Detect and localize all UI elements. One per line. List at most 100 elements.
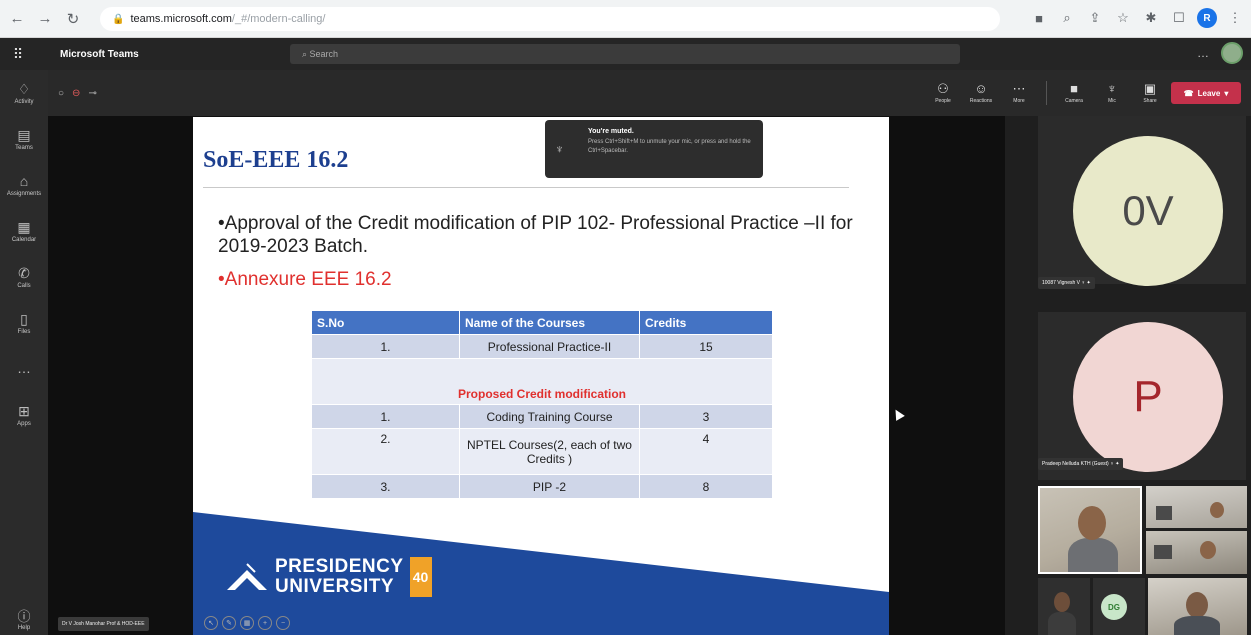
zoom-out-icon[interactable]: − xyxy=(276,616,290,630)
mic-off-icon: ♆ xyxy=(1081,280,1086,286)
phone-hangup-icon: ☎ xyxy=(1183,88,1194,98)
participant-name: 10087 Vignesh V ♆ ✦ xyxy=(1038,277,1095,289)
rail-item-teams[interactable]: ▤ Teams xyxy=(0,116,48,162)
app-launcher-icon[interactable]: ⠿ xyxy=(0,38,36,70)
reactions-button[interactable]: ☺ Reactions xyxy=(964,76,998,110)
more-options-icon[interactable]: … xyxy=(1197,46,1209,60)
bell-icon: ♢ xyxy=(17,81,31,97)
rail-item-files[interactable]: ▯ Files xyxy=(0,300,48,346)
presenter-name-tag: Dr V Josh Manohar Prof & HOD-EEE xyxy=(58,617,149,631)
header-course: Name of the Courses xyxy=(459,310,640,335)
left-rail: ♢ Activity ▤ Teams ⌂ Assignments ▦ Calendar … xyxy=(0,70,48,635)
rail-item-calls[interactable]: ✆ Calls xyxy=(0,254,48,300)
share-page-icon[interactable]: ⇪ xyxy=(1085,7,1105,29)
more-icon: … xyxy=(17,360,31,376)
user-avatar[interactable] xyxy=(1221,42,1243,64)
share-button[interactable]: ▣ Share xyxy=(1133,76,1167,110)
phone-icon: ✆ xyxy=(18,265,30,281)
table-row: 3. PIP -2 8 xyxy=(311,474,773,499)
browser-toolbar: ← → ↻ 🔒 teams.microsoft.com /_#/modern-c… xyxy=(0,0,1251,38)
presentation-slide: SoE-EEE 16.2 •Approval of the Credit mod… xyxy=(193,117,889,635)
logo-line-2: UNIVERSITY xyxy=(275,576,395,597)
share-icon: ▣ xyxy=(1143,81,1157,96)
toast-body: Press Ctrl+Shift+M to unmute your mic, o… xyxy=(588,139,751,154)
extensions-icon[interactable]: ✱ xyxy=(1141,7,1161,29)
university-logo: PRESIDENCY UNIVERSITY 40 xyxy=(225,557,432,597)
people-icon: ⚇ xyxy=(937,81,949,96)
camera-button[interactable]: ■ Camera xyxy=(1057,76,1091,110)
zoom-icon[interactable]: ⌕ xyxy=(1057,7,1077,29)
participant-name: Pradeep Nelluda KTH (Guest) ♆ ✦ xyxy=(1038,458,1124,470)
pen-tool-icon[interactable]: ✎ xyxy=(222,616,236,630)
people-button[interactable]: ⚇ People xyxy=(926,76,960,110)
reactions-icon: ☺ xyxy=(974,81,988,96)
lock-icon: 🔒 xyxy=(112,13,125,25)
search-icon: ⌕ xyxy=(302,48,310,59)
bookmark-star-icon[interactable]: ☆ xyxy=(1113,7,1133,29)
table-row: 1. Professional Practice-II 15 xyxy=(311,334,773,359)
file-icon: ▯ xyxy=(20,311,28,327)
grid-view-icon[interactable]: ▦ xyxy=(240,616,254,630)
participant-video[interactable] xyxy=(1146,531,1247,574)
rail-item-help[interactable]: ⓘ Help xyxy=(0,606,48,631)
table-header-row: S.No Name of the Courses Credits xyxy=(311,310,773,335)
profile-avatar[interactable]: R xyxy=(1197,8,1217,28)
url-path: /_#/modern-calling/ xyxy=(231,13,326,25)
tab-search-icon[interactable]: ☐ xyxy=(1169,7,1189,29)
calendar-icon: ▦ xyxy=(17,219,31,235)
address-bar[interactable]: 🔒 teams.microsoft.com /_#/modern-calling… xyxy=(100,7,1000,31)
reload-icon[interactable]: ↻ xyxy=(62,8,84,30)
participant-video[interactable] xyxy=(1148,578,1247,635)
mic-button[interactable]: ♆ Mic xyxy=(1095,76,1129,110)
more-actions-button[interactable]: ⋯ More xyxy=(1002,76,1036,110)
muted-notification: ♆ You're muted. Press Ctrl+Shift+M to un… xyxy=(545,120,763,178)
participant-video[interactable] xyxy=(1038,486,1142,574)
browser-menu-icon[interactable]: ⋮ xyxy=(1225,7,1245,29)
more-icon: ⋯ xyxy=(1012,81,1026,96)
zoom-in-icon[interactable]: + xyxy=(258,616,272,630)
participant-avatar: DG xyxy=(1101,594,1127,620)
rail-item-assignments[interactable]: ⌂ Assignments xyxy=(0,162,48,208)
toast-title: You're muted. xyxy=(588,128,634,135)
mic-icon: ♆ xyxy=(1107,81,1117,96)
leave-button[interactable]: ☎ Leave ▾ xyxy=(1171,82,1241,104)
meeting-controls-bar: ○ ⊖ ⊸ ⚇ People ☺ Reactions ⋯ More ■ Camera ♆… xyxy=(48,70,1251,116)
university-emblem-icon xyxy=(227,563,267,590)
participant-video[interactable] xyxy=(1146,486,1247,528)
credits-table: S.No Name of the Courses Credits 1. Prof… xyxy=(311,310,773,499)
pointer-tool-icon[interactable]: ↖ xyxy=(204,616,218,630)
help-icon: ⓘ xyxy=(17,609,31,624)
rail-item-activity[interactable]: ♢ Activity xyxy=(0,70,48,116)
header-credits: Credits xyxy=(639,310,773,335)
slide-annexure: •Annexure EEE 16.2 xyxy=(218,269,392,290)
rail-item-calendar[interactable]: ▦ Calendar xyxy=(0,208,48,254)
table-row: Proposed Credit modification xyxy=(311,358,773,405)
pin-icon: ✦ xyxy=(1115,461,1120,467)
search-input[interactable]: ⌕ Search xyxy=(290,44,960,64)
forward-icon[interactable]: → xyxy=(34,8,56,30)
shield-icon: ⊸ xyxy=(88,87,97,99)
apps-icon: ⊞ xyxy=(18,403,30,419)
rail-item-more[interactable]: … xyxy=(0,346,48,392)
chevron-down-icon: ▾ xyxy=(1224,88,1229,98)
participant-video[interactable] xyxy=(1038,578,1090,635)
participant-avatar: P xyxy=(1073,322,1223,472)
app-name: Microsoft Teams xyxy=(60,48,139,60)
mic-off-icon: ♆ xyxy=(555,142,564,156)
mic-off-icon: ♆ xyxy=(1110,461,1114,467)
assignments-icon: ⌂ xyxy=(19,173,29,189)
camera-indicator-icon[interactable]: ■ xyxy=(1029,7,1049,29)
header-sno: S.No xyxy=(311,310,460,335)
rail-item-apps[interactable]: ⊞ Apps xyxy=(0,392,48,438)
back-icon[interactable]: ← xyxy=(6,8,28,30)
teams-header: ⠿ Microsoft Teams ⌕ Search … xyxy=(0,38,1251,70)
url-host: teams.microsoft.com xyxy=(130,13,232,25)
search-placeholder: Search xyxy=(309,49,339,59)
meeting-info-icon[interactable]: ○ xyxy=(58,88,64,99)
camera-icon: ■ xyxy=(1070,81,1078,96)
slide-title: SoE-EEE 16.2 xyxy=(203,147,349,173)
divider xyxy=(203,187,849,188)
proposed-heading: Proposed Credit modification xyxy=(311,358,773,405)
table-row: 2. NPTEL Courses(2, each of two Credits … xyxy=(311,428,773,475)
table-row: 1. Coding Training Course 3 xyxy=(311,404,773,429)
